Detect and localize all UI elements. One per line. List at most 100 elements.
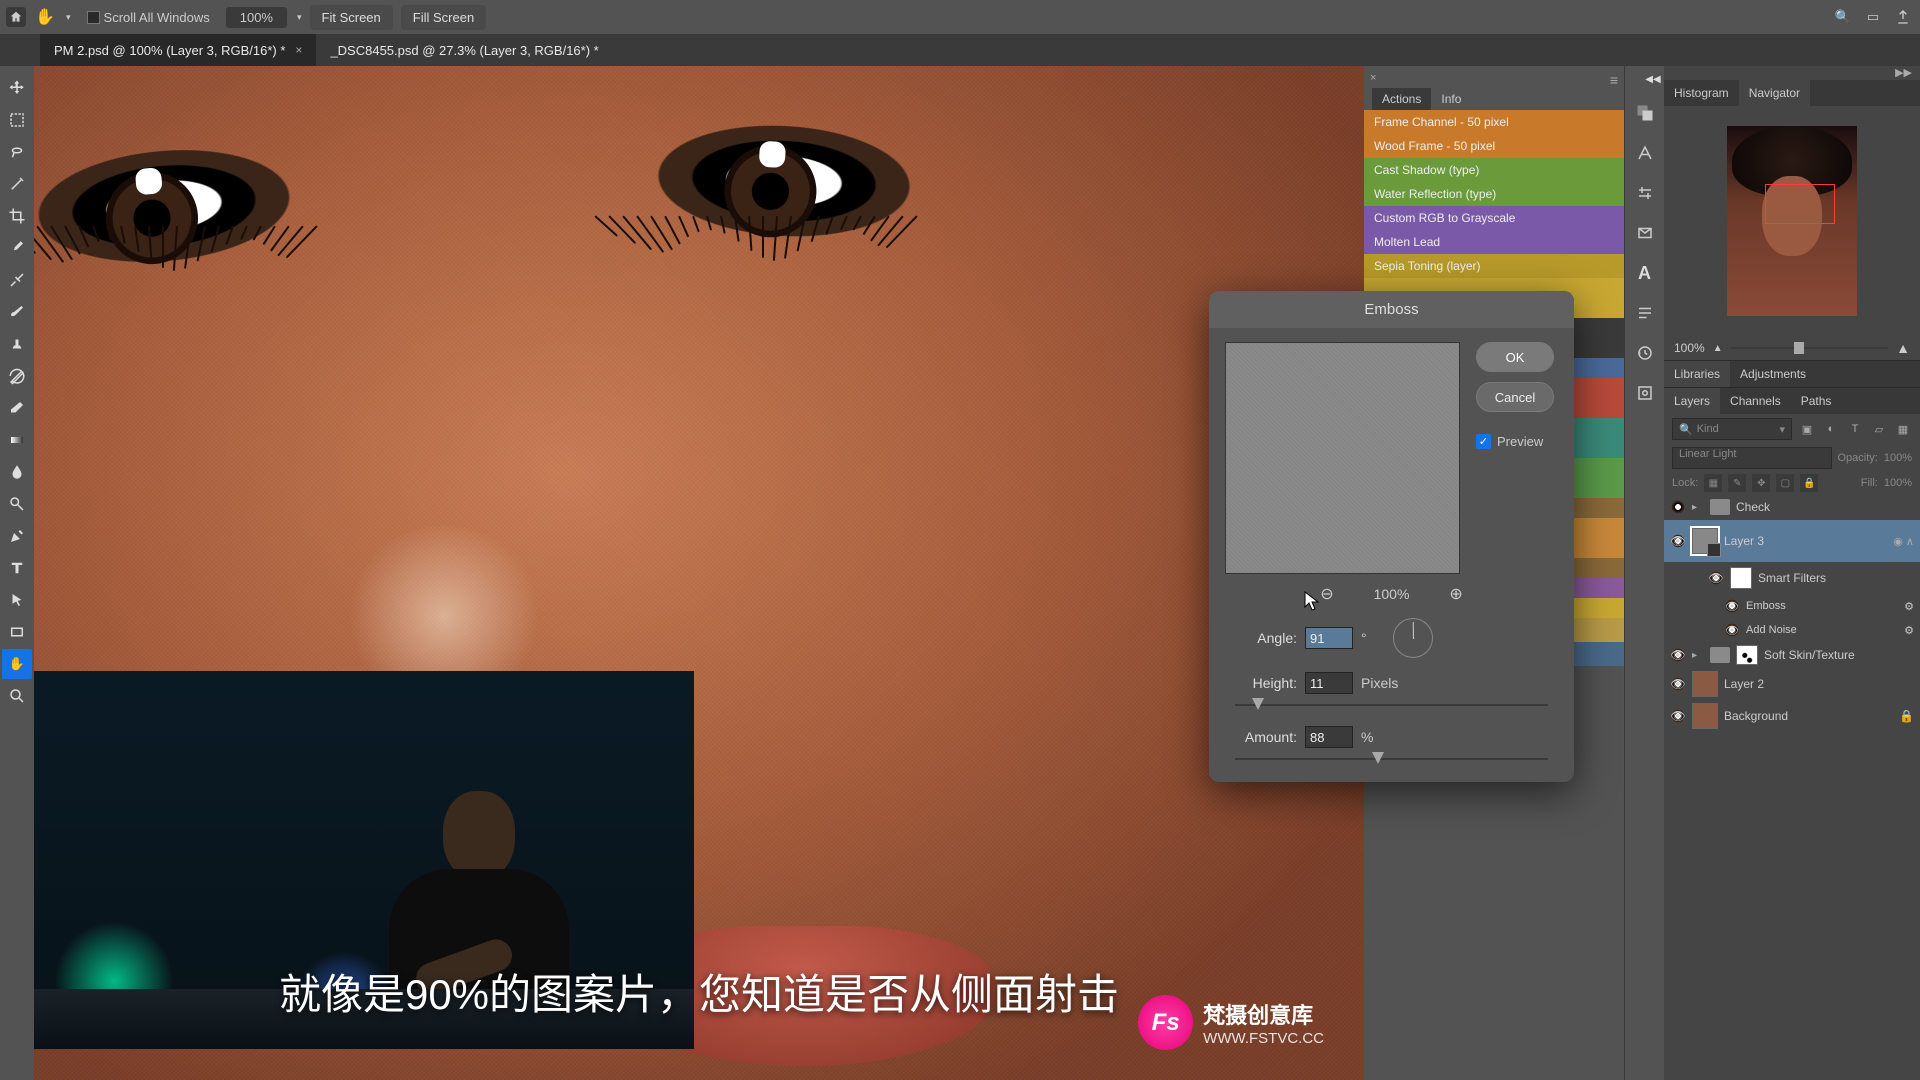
visibility-toggle[interactable]: 👁 [1670, 708, 1686, 724]
panel-close-icon[interactable]: × [1370, 72, 1376, 84]
tab-actions[interactable]: Actions [1372, 88, 1431, 110]
tab-adjustments[interactable]: Adjustments [1730, 361, 1816, 387]
navigator-preview[interactable] [1664, 106, 1920, 336]
styles-icon[interactable] [1634, 222, 1656, 244]
layer-group[interactable]: ▸ Check [1664, 494, 1920, 520]
action-item[interactable]: Wood Frame - 50 pixel [1364, 134, 1624, 158]
blur-tool-icon[interactable] [2, 457, 32, 487]
layer-row[interactable]: 👁 Background 🔒 [1664, 700, 1920, 732]
character-icon[interactable]: A [1634, 262, 1656, 284]
visibility-toggle[interactable]: 👁 [1724, 598, 1740, 614]
eraser-tool-icon[interactable] [2, 393, 32, 423]
canvas[interactable]: 就像是90%的图案片，您知道是否从侧面射击 Fs 梵摄创意库 WWW.FSTVC… [34, 66, 1364, 1080]
home-button[interactable] [6, 7, 26, 27]
tab-histogram[interactable]: Histogram [1664, 80, 1739, 106]
adjustments-icon[interactable] [1634, 182, 1656, 204]
lock-icon[interactable]: 🔒 [1899, 709, 1914, 723]
layer-name[interactable]: Layer 2 [1724, 677, 1914, 691]
zoom-in-icon[interactable]: ▲ [1896, 340, 1910, 356]
filter-adjust-icon[interactable]: ◐ [1822, 420, 1840, 438]
lock-image-icon[interactable]: ✎ [1728, 474, 1746, 492]
layer-group[interactable]: 👁 ▸ Soft Skin/Texture [1664, 642, 1920, 668]
chevron-right-icon[interactable]: ▸ [1692, 502, 1704, 513]
layer-mask[interactable] [1736, 645, 1758, 665]
history-brush-icon[interactable] [2, 361, 32, 391]
lock-all-icon[interactable]: 🔒 [1800, 474, 1818, 492]
filter-name[interactable]: Emboss [1746, 600, 1898, 612]
visibility-toggle[interactable]: 👁 [1724, 622, 1740, 638]
hand-tool-icon[interactable]: ✋ [34, 6, 56, 28]
lasso-tool-icon[interactable] [2, 137, 32, 167]
action-item[interactable]: Sepia Toning (layer) [1364, 254, 1624, 278]
tab-layers[interactable]: Layers [1664, 388, 1720, 414]
fill-screen-button[interactable]: Fill Screen [401, 5, 486, 30]
blend-mode-select[interactable]: Linear Light [1672, 447, 1832, 469]
height-slider[interactable] [1225, 698, 1558, 712]
dialog-preview[interactable] [1225, 342, 1460, 574]
eyedropper-icon[interactable] [2, 233, 32, 263]
search-icon[interactable]: 🔍 [1832, 6, 1854, 28]
zoom-level[interactable]: 100% [226, 7, 287, 28]
lock-position-icon[interactable]: ✥ [1752, 474, 1770, 492]
layer-filter-kind[interactable]: 🔍 Kind ▾ [1672, 418, 1792, 440]
action-item[interactable]: Custom RGB to Grayscale [1364, 206, 1624, 230]
fit-screen-button[interactable]: Fit Screen [310, 5, 393, 30]
visibility-toggle[interactable]: 👁 [1670, 676, 1686, 692]
scroll-all-checkbox[interactable] [87, 11, 100, 24]
workspace-icon[interactable]: ▭ [1862, 6, 1884, 28]
document-tab[interactable]: _DSC8455.psd @ 27.3% (Layer 3, RGB/16*) … [316, 34, 612, 66]
action-item[interactable]: Frame Channel - 50 pixel [1364, 110, 1624, 134]
layer-name[interactable]: Check [1736, 500, 1914, 514]
filter-options-icon[interactable]: ⚙ [1904, 624, 1914, 637]
rectangle-tool-icon[interactable] [2, 617, 32, 647]
filter-smart-icon[interactable]: ▦ [1894, 420, 1912, 438]
filter-indicator-icon[interactable]: ◉ ∧ [1893, 535, 1914, 548]
angle-input[interactable] [1305, 627, 1353, 649]
layer-name[interactable]: Layer 3 [1724, 534, 1887, 548]
cancel-button[interactable]: Cancel [1476, 382, 1554, 412]
panel-menu-icon[interactable]: ≡ [1610, 72, 1618, 88]
filter-name[interactable]: Add Noise [1746, 624, 1898, 636]
tool-preset-dropdown[interactable]: ▾ [66, 12, 71, 23]
action-item[interactable]: Water Reflection (type) [1364, 182, 1624, 206]
clone-stamp-icon[interactable] [2, 329, 32, 359]
healing-brush-icon[interactable] [2, 265, 32, 295]
amount-input[interactable] [1305, 726, 1353, 748]
layer-name[interactable]: Soft Skin/Texture [1764, 648, 1914, 662]
filter-item[interactable]: 👁 Emboss ⚙ [1664, 594, 1920, 618]
pen-tool-icon[interactable] [2, 521, 32, 551]
navigator-zoom-value[interactable]: 100% [1674, 341, 1705, 355]
angle-dial[interactable] [1393, 618, 1433, 658]
zoom-tool-icon[interactable] [2, 681, 32, 711]
tab-libraries[interactable]: Libraries [1664, 361, 1730, 387]
fill-value[interactable]: 100% [1884, 477, 1912, 489]
amount-slider[interactable] [1225, 752, 1558, 766]
lock-artboard-icon[interactable]: ▢ [1776, 474, 1794, 492]
close-icon[interactable]: × [295, 43, 302, 57]
action-item[interactable]: Molten Lead [1364, 230, 1624, 254]
visibility-toggle[interactable]: 👁 [1670, 647, 1686, 663]
layer-thumbnail[interactable] [1692, 703, 1718, 729]
chevron-left-icon[interactable]: ◀◀ [1642, 74, 1664, 84]
layer-thumbnail[interactable] [1692, 528, 1718, 554]
document-tab[interactable]: PM 2.psd @ 100% (Layer 3, RGB/16*) * × [40, 34, 316, 66]
zoom-in-icon[interactable]: ⊕ [1449, 584, 1462, 604]
magic-wand-icon[interactable] [2, 169, 32, 199]
lock-transparency-icon[interactable]: ▦ [1704, 474, 1722, 492]
layer-row[interactable]: 👁 Layer 3 ◉ ∧ [1664, 520, 1920, 562]
layer-name[interactable]: Background [1724, 709, 1893, 723]
dodge-tool-icon[interactable] [2, 489, 32, 519]
hand-tool-icon[interactable]: ✋ [2, 649, 32, 679]
crop-tool-icon[interactable] [2, 201, 32, 231]
color-panel-icon[interactable] [1634, 102, 1656, 124]
filter-type-icon[interactable]: T [1846, 420, 1864, 438]
filter-options-icon[interactable]: ⚙ [1904, 600, 1914, 613]
move-tool-icon[interactable] [2, 73, 32, 103]
zoom-out-icon[interactable]: ⊖ [1320, 584, 1333, 604]
zoom-dropdown[interactable]: ▾ [297, 12, 302, 23]
ok-button[interactable]: OK [1476, 342, 1554, 372]
swatches-icon[interactable] [1634, 142, 1656, 164]
tab-channels[interactable]: Channels [1720, 388, 1791, 414]
type-tool-icon[interactable] [2, 553, 32, 583]
share-icon[interactable] [1892, 6, 1914, 28]
